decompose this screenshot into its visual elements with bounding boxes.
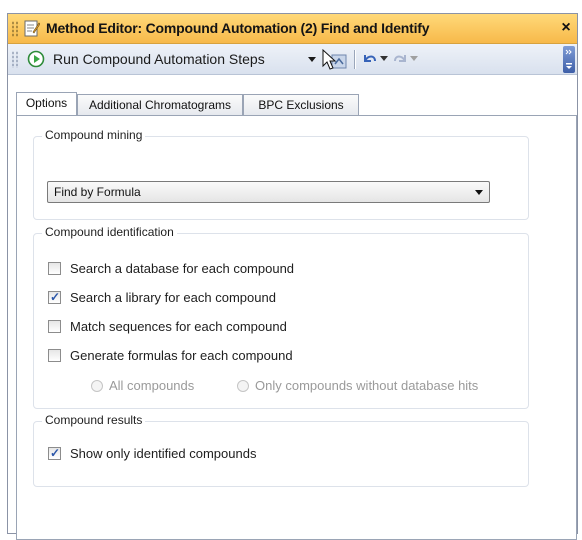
compound-results-title: Compound results [42, 413, 146, 427]
all-compounds-label: All compounds [109, 378, 195, 393]
undo-dropdown-icon[interactable] [380, 56, 388, 62]
checkmark-icon: ✓ [50, 290, 61, 304]
run-steps-button[interactable]: Run Compound Automation Steps [53, 51, 265, 67]
tab-options[interactable]: Options [16, 92, 77, 115]
tab-bpc-exclusions[interactable]: BPC Exclusions [243, 94, 359, 115]
show-identified-label: Show only identified compounds [70, 446, 257, 461]
title-grip-handle[interactable] [12, 21, 14, 37]
dropdown-arrow-icon[interactable] [307, 54, 317, 64]
toolbar: Run Compound Automation Steps [8, 44, 577, 75]
only-without-db-hits-label: Only compounds without database hits [255, 378, 479, 393]
compound-identification-group: Compound identification Search a databas… [33, 225, 529, 409]
toolbar-grip-handle[interactable] [12, 51, 14, 68]
tab-additional-chromatograms[interactable]: Additional Chromatograms [77, 94, 243, 115]
match-sequences-label: Match sequences for each compound [70, 319, 287, 334]
compound-identification-title: Compound identification [42, 225, 177, 239]
generate-formulas-checkbox[interactable] [48, 349, 61, 362]
compound-mining-title: Compound mining [42, 128, 146, 142]
chevron-down-icon[interactable] [475, 190, 483, 195]
redo-dropdown-icon[interactable] [410, 56, 418, 62]
title-bar[interactable]: Method Editor: Compound Automation (2) F… [8, 14, 577, 44]
play-circle-icon[interactable] [27, 50, 45, 68]
document-edit-icon [24, 20, 40, 37]
search-database-label: Search a database for each compound [70, 261, 295, 276]
options-panel: Compound mining Find by Formula Compound… [16, 115, 577, 540]
undo-icon[interactable] [362, 51, 378, 67]
toolbar-overflow-icon[interactable] [563, 46, 575, 73]
compound-results-group: Compound results ✓ Show only identified … [33, 413, 529, 487]
cursor-pointer-icon[interactable] [320, 49, 348, 71]
all-compounds-radio[interactable] [91, 380, 103, 392]
search-database-checkbox[interactable] [48, 262, 61, 275]
checkmark-icon: ✓ [50, 446, 61, 460]
show-identified-checkbox[interactable]: ✓ [48, 447, 61, 460]
method-editor-window: Method Editor: Compound Automation (2) F… [7, 13, 578, 540]
toolbar-separator [354, 50, 356, 69]
search-library-checkbox[interactable]: ✓ [48, 291, 61, 304]
compound-mining-select[interactable]: Find by Formula [47, 181, 490, 203]
only-without-db-hits-radio[interactable] [237, 380, 249, 392]
generate-formulas-label: Generate formulas for each compound [70, 348, 293, 363]
redo-icon[interactable] [392, 51, 408, 67]
close-button[interactable]: × [557, 18, 575, 38]
title-grip-handle-2[interactable] [16, 21, 18, 37]
search-library-label: Search a library for each compound [70, 290, 276, 305]
match-sequences-checkbox[interactable] [48, 320, 61, 333]
window-title: Method Editor: Compound Automation (2) F… [46, 20, 430, 36]
compound-mining-group: Compound mining Find by Formula [33, 128, 529, 220]
toolbar-grip-handle-2[interactable] [16, 51, 18, 68]
compound-mining-selected-value: Find by Formula [54, 185, 141, 199]
